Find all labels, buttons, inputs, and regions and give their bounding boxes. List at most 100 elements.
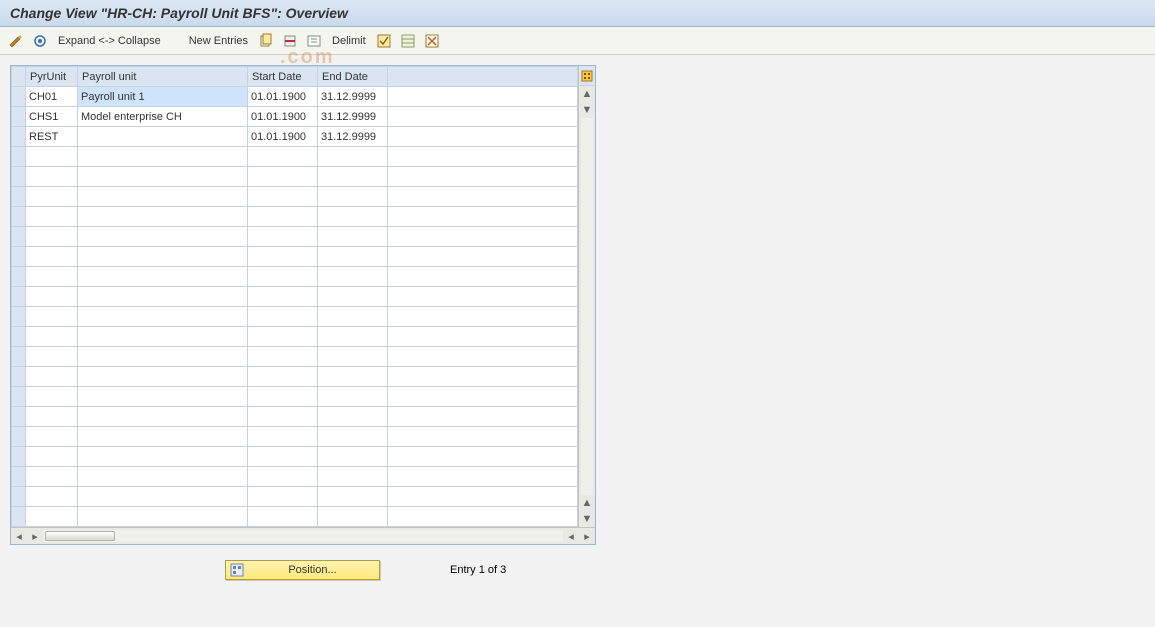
cell-empty[interactable] [248, 227, 318, 247]
cell-empty[interactable] [78, 327, 248, 347]
cell-empty[interactable] [26, 147, 78, 167]
table-row-empty[interactable] [12, 287, 578, 307]
table-row-empty[interactable] [12, 347, 578, 367]
row-selector[interactable] [12, 507, 26, 527]
row-selector[interactable] [12, 127, 26, 147]
cell-empty[interactable] [78, 187, 248, 207]
cell-end-date[interactable]: 31.12.9999 [318, 127, 388, 147]
cell-payroll-unit[interactable]: Model enterprise CH [78, 107, 248, 127]
row-selector[interactable] [12, 447, 26, 467]
table-row-empty[interactable] [12, 427, 578, 447]
scroll-up2-icon[interactable]: ▲ [579, 495, 595, 511]
cell-empty[interactable] [26, 227, 78, 247]
cell-empty[interactable] [26, 167, 78, 187]
cell-empty[interactable] [248, 487, 318, 507]
delete-icon[interactable] [282, 33, 298, 49]
row-selector[interactable] [12, 467, 26, 487]
row-selector[interactable] [12, 187, 26, 207]
cell-empty[interactable] [248, 447, 318, 467]
vscroll-track[interactable] [581, 118, 593, 495]
cell-empty[interactable] [78, 427, 248, 447]
cell-empty[interactable] [78, 307, 248, 327]
cell-empty[interactable] [26, 287, 78, 307]
cell-empty[interactable] [318, 407, 388, 427]
cell-empty[interactable] [248, 367, 318, 387]
cell-empty[interactable] [26, 427, 78, 447]
scroll-left-first-icon[interactable]: ◂ [11, 528, 27, 544]
new-entries-button[interactable]: New Entries [187, 35, 250, 47]
table-row[interactable]: CHS1Model enterprise CH01.01.190031.12.9… [12, 107, 578, 127]
row-selector[interactable] [12, 247, 26, 267]
cell-empty[interactable] [248, 427, 318, 447]
cell-payroll-unit[interactable]: Payroll unit 1 [78, 87, 248, 107]
row-selector[interactable] [12, 387, 26, 407]
cell-empty[interactable] [26, 327, 78, 347]
cell-empty[interactable] [248, 407, 318, 427]
copy-as-icon[interactable] [258, 33, 274, 49]
expand-collapse-button[interactable]: Expand <-> Collapse [56, 35, 163, 47]
cell-empty[interactable] [78, 227, 248, 247]
col-payroll-unit[interactable]: Payroll unit [78, 67, 248, 87]
row-selector[interactable] [12, 347, 26, 367]
table-row-empty[interactable] [12, 227, 578, 247]
cell-start-date[interactable]: 01.01.1900 [248, 87, 318, 107]
table-row-empty[interactable] [12, 207, 578, 227]
table-row-empty[interactable] [12, 327, 578, 347]
table-row-empty[interactable] [12, 367, 578, 387]
scroll-down2-icon[interactable]: ▼ [579, 511, 595, 527]
cell-empty[interactable] [248, 287, 318, 307]
cell-empty[interactable] [248, 347, 318, 367]
cell-empty[interactable] [318, 507, 388, 527]
cell-empty[interactable] [78, 247, 248, 267]
row-selector-header[interactable] [12, 67, 26, 87]
table-row-empty[interactable] [12, 187, 578, 207]
scroll-down-icon[interactable]: ▼ [579, 102, 595, 118]
cell-empty[interactable] [78, 267, 248, 287]
cell-empty[interactable] [318, 147, 388, 167]
cell-empty[interactable] [318, 227, 388, 247]
cell-empty[interactable] [78, 287, 248, 307]
scroll-up-icon[interactable]: ▲ [579, 86, 595, 102]
table-row-empty[interactable] [12, 387, 578, 407]
cell-empty[interactable] [248, 467, 318, 487]
undo-change-icon[interactable] [306, 33, 322, 49]
position-button[interactable]: Position... [225, 560, 380, 580]
cell-empty[interactable] [78, 447, 248, 467]
select-all-icon[interactable] [376, 33, 392, 49]
col-start-date[interactable]: Start Date [248, 67, 318, 87]
table-row-empty[interactable] [12, 307, 578, 327]
cell-empty[interactable] [26, 507, 78, 527]
row-selector[interactable] [12, 107, 26, 127]
row-selector[interactable] [12, 227, 26, 247]
cell-empty[interactable] [26, 267, 78, 287]
cell-empty[interactable] [318, 307, 388, 327]
cell-empty[interactable] [318, 367, 388, 387]
cell-pyrunit[interactable]: CHS1 [26, 107, 78, 127]
row-selector[interactable] [12, 87, 26, 107]
cell-empty[interactable] [26, 307, 78, 327]
table-row-empty[interactable] [12, 167, 578, 187]
cell-empty[interactable] [248, 187, 318, 207]
row-selector[interactable] [12, 487, 26, 507]
row-selector[interactable] [12, 327, 26, 347]
row-selector[interactable] [12, 207, 26, 227]
table-row-empty[interactable] [12, 487, 578, 507]
cell-empty[interactable] [318, 427, 388, 447]
table-row[interactable]: REST01.01.190031.12.9999 [12, 127, 578, 147]
cell-payroll-unit[interactable] [78, 127, 248, 147]
table-row[interactable]: CH01Payroll unit 101.01.190031.12.9999 [12, 87, 578, 107]
cell-empty[interactable] [248, 147, 318, 167]
select-block-icon[interactable] [400, 33, 416, 49]
table-row-empty[interactable] [12, 407, 578, 427]
cell-empty[interactable] [26, 247, 78, 267]
cell-empty[interactable] [248, 327, 318, 347]
cell-empty[interactable] [318, 267, 388, 287]
cell-empty[interactable] [78, 347, 248, 367]
table-row-empty[interactable] [12, 447, 578, 467]
cell-empty[interactable] [248, 167, 318, 187]
cell-empty[interactable] [78, 407, 248, 427]
cell-empty[interactable] [318, 487, 388, 507]
toggle-display-change-icon[interactable] [8, 33, 24, 49]
row-selector[interactable] [12, 307, 26, 327]
cell-empty[interactable] [78, 487, 248, 507]
